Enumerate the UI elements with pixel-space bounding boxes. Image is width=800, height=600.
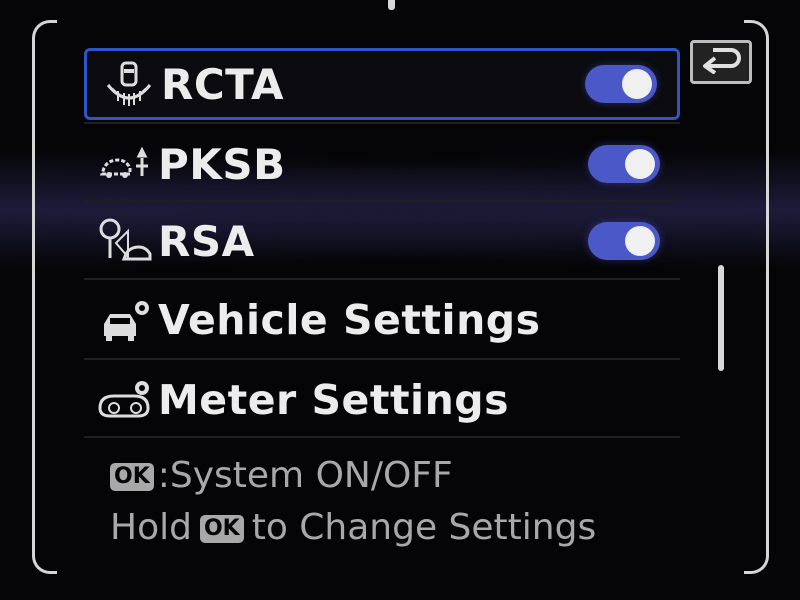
rsa-toggle[interactable] (588, 222, 660, 260)
menu-item-label: Vehicle Settings (158, 296, 541, 344)
toggle-knob (625, 149, 655, 179)
row-divider (84, 278, 680, 280)
hint-text: to Change Settings (251, 507, 597, 548)
hint-text: Hold (110, 507, 192, 548)
scrollbar-thumb[interactable] (718, 265, 724, 371)
back-arrow-icon (701, 46, 741, 78)
frame-right-bracket (744, 20, 769, 574)
toggle-knob (625, 226, 655, 256)
menu-item-label: Meter Settings (158, 376, 510, 424)
road-sign-assist-icon (94, 213, 158, 269)
row-divider (84, 358, 680, 360)
row-divider (84, 436, 680, 438)
rear-cross-traffic-icon (97, 56, 161, 112)
back-button[interactable] (690, 40, 752, 84)
top-indicator (388, 0, 395, 10)
menu-item-pksb[interactable]: PKSB (84, 128, 680, 200)
menu-item-label: RCTA (161, 59, 285, 109)
ok-button-icon: OK (199, 515, 244, 543)
row-divider (84, 122, 680, 124)
pksb-toggle[interactable] (588, 145, 660, 183)
menu-item-rcta[interactable]: RCTA (84, 48, 680, 120)
frame-left-bracket (32, 20, 57, 574)
toggle-knob (622, 69, 652, 99)
rcta-toggle[interactable] (585, 65, 657, 103)
menu-item-vehicle-settings[interactable]: Vehicle Settings (84, 284, 680, 356)
menu-item-label: RSA (158, 216, 255, 266)
parking-brake-assist-icon (94, 136, 158, 192)
row-divider (84, 200, 680, 202)
hint-line-1: OK:System ON/OFF (110, 450, 596, 502)
vehicle-settings-icon (94, 292, 158, 348)
hint-footer: OK:System ON/OFF Hold OK to Change Setting… (110, 450, 596, 554)
menu-item-rsa[interactable]: RSA (84, 205, 680, 277)
ok-button-icon: OK (110, 463, 154, 491)
hint-line-2: Hold OK to Change Settings (110, 502, 596, 554)
meter-settings-icon (94, 372, 158, 428)
menu-item-meter-settings[interactable]: Meter Settings (84, 364, 680, 436)
menu-item-label: PKSB (158, 139, 286, 189)
hint-text: :System ON/OFF (157, 455, 453, 496)
